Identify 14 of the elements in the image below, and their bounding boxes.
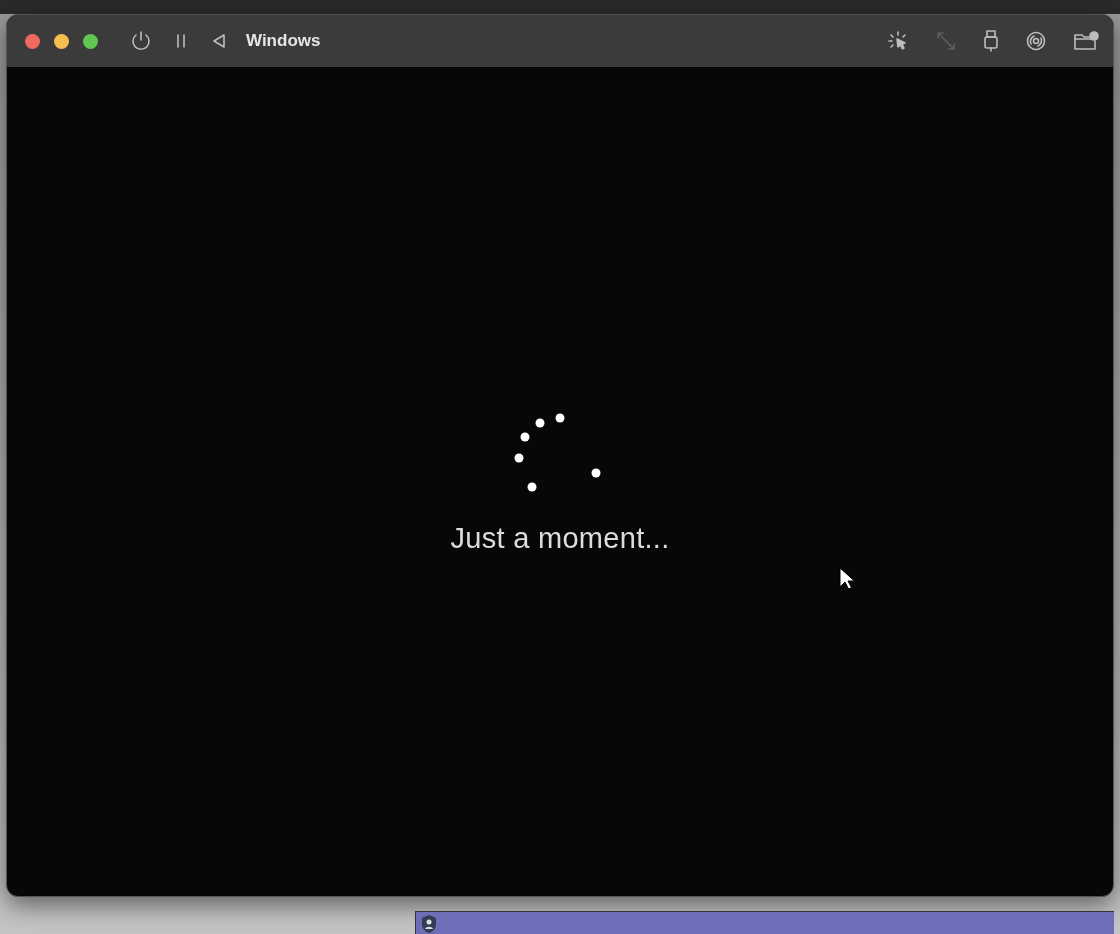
minimize-button[interactable] (54, 33, 69, 49)
cursor-icon[interactable] (887, 30, 909, 52)
folder-icon[interactable] (1073, 30, 1099, 52)
window-title: Windows (246, 30, 321, 53)
close-button[interactable] (25, 33, 40, 49)
triangle-icon[interactable] (210, 32, 228, 50)
power-icon[interactable] (130, 30, 152, 52)
usb-icon[interactable] (983, 29, 999, 53)
shield-icon (420, 914, 438, 934)
mouse-pointer-icon (839, 567, 855, 591)
loading-message: Just a moment... (450, 521, 670, 556)
zoom-button[interactable] (83, 33, 98, 49)
disc-icon[interactable] (1025, 30, 1047, 52)
pause-icon[interactable] (174, 32, 188, 50)
